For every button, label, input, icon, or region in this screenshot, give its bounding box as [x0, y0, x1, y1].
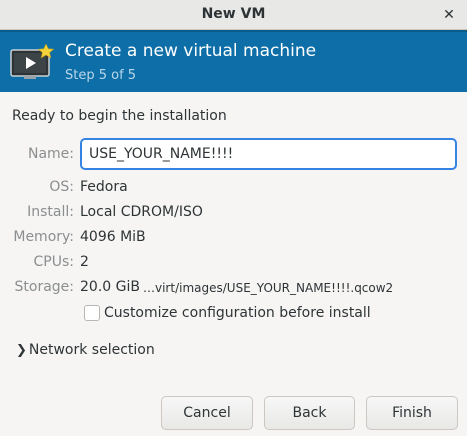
- storage-size: 20.0 GiB: [80, 279, 140, 295]
- customize-checkbox-label[interactable]: Customize configuration before install: [104, 305, 371, 321]
- memory-label: Memory:: [13, 229, 74, 245]
- network-selection-label[interactable]: Network selection: [29, 342, 155, 358]
- cpus-label: CPUs:: [33, 254, 74, 270]
- memory-value: 4096 MiB: [80, 229, 146, 245]
- cancel-button[interactable]: Cancel: [161, 396, 253, 430]
- install-label: Install:: [27, 204, 74, 220]
- header-title: Create a new virtual machine: [65, 41, 317, 61]
- name-input[interactable]: [80, 138, 457, 170]
- back-button[interactable]: Back: [264, 396, 355, 430]
- install-value: Local CDROM/ISO: [80, 204, 203, 220]
- finish-button[interactable]: Finish: [366, 396, 458, 430]
- title-bar: New VM ✕: [0, 0, 467, 30]
- step-indicator: Step 5 of 5: [65, 68, 137, 83]
- window-title: New VM: [201, 6, 266, 22]
- ready-message: Ready to begin the installation: [12, 108, 227, 124]
- name-label: Name:: [27, 146, 74, 162]
- cpus-value: 2: [80, 254, 89, 270]
- wizard-header: Create a new virtual machine Step 5 of 5: [0, 30, 467, 92]
- close-icon[interactable]: ✕: [439, 5, 459, 25]
- chevron-right-icon: ❯: [16, 343, 27, 358]
- virtual-machine-icon: [10, 44, 54, 79]
- storage-path: …virt/images/USE_YOUR_NAME!!!!.qcow2: [143, 281, 394, 295]
- storage-label: Storage:: [14, 279, 75, 295]
- os-value: Fedora: [80, 179, 128, 195]
- os-label: OS:: [49, 179, 74, 195]
- customize-checkbox[interactable]: [84, 305, 100, 321]
- network-selection-expander[interactable]: ❯ Network selection: [16, 342, 155, 360]
